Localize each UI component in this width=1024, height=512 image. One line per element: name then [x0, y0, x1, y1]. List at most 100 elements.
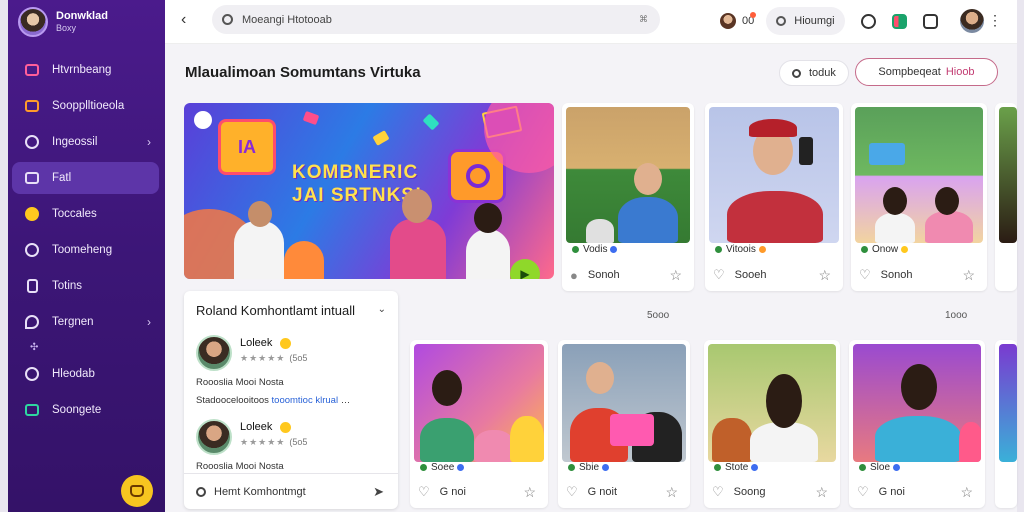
reviews-panel: Roland Komhontlamt intuall ⌄ Loleek ★★★★…: [184, 291, 398, 509]
person-figure: [766, 374, 802, 428]
sidebar-item-label: Toomeheng: [52, 244, 113, 256]
divider-icon: ✣: [30, 342, 39, 353]
video-card[interactable]: Stote ♡ Soong ☆: [704, 340, 840, 508]
sidebar-item-label: Htvrnbeang: [52, 64, 112, 76]
avatar: [196, 335, 232, 371]
person-figure: [284, 241, 324, 279]
star-icon[interactable]: ☆: [669, 267, 682, 284]
notification-button[interactable]: 00: [742, 12, 757, 27]
sidebar-nav: Htvrnbeang Soopplltioeola Ingeossil › Fa…: [8, 54, 165, 426]
back-button[interactable]: ‹: [181, 11, 186, 29]
sidebar-item-5[interactable]: Toomeheng: [12, 234, 159, 266]
brand-avatar: [18, 7, 48, 37]
sidebar-item-2[interactable]: Ingeossil ›: [12, 126, 159, 158]
star-icon[interactable]: ☆: [960, 484, 973, 501]
star-icon[interactable]: ☆: [665, 484, 678, 501]
chat-button[interactable]: [121, 475, 153, 507]
send-icon[interactable]: ➤: [373, 484, 384, 500]
card-footer-label: Sonoh: [587, 269, 620, 281]
sidebar-item-0[interactable]: Htvrnbeang: [12, 54, 159, 86]
heart-icon[interactable]: ♡: [859, 267, 871, 283]
avatar: [196, 419, 232, 455]
person-figure: [712, 418, 752, 462]
inbox-icon: [24, 98, 40, 114]
brand[interactable]: Donwklad Boxy: [8, 0, 165, 44]
apps-icon[interactable]: [891, 13, 907, 29]
phone-icon: [799, 137, 813, 165]
reviews-title: Roland Komhontlamt intuall: [196, 303, 355, 318]
person-figure: [935, 187, 959, 215]
video-card[interactable]: Sbie ♡ G noit ☆: [558, 340, 690, 508]
rating-count: (5o5: [289, 437, 308, 447]
review-link[interactable]: tooomtioc klrual: [272, 395, 339, 406]
video-card[interactable]: [995, 103, 1017, 291]
secondary-search-button[interactable]: Hioumgi: [766, 7, 845, 35]
sidebar-item-label: Soopplltioeola: [52, 100, 125, 112]
mini-avatar[interactable]: [720, 13, 736, 29]
compose-button[interactable]: Sompbeqeat Hioob: [855, 58, 998, 86]
secondary-search-label: Hioumgi: [794, 15, 835, 27]
heart-icon[interactable]: ♡: [857, 484, 869, 500]
sidebar-item-7[interactable]: Tergnen ›: [12, 306, 159, 338]
person-figure: [402, 189, 432, 223]
file-icon: [24, 278, 40, 294]
info-icon: [24, 242, 40, 258]
brand-subtitle: Boxy: [56, 23, 77, 33]
brand-title: Donwklad: [56, 10, 108, 22]
review-text-part: …: [338, 395, 351, 406]
stars: ★★★★★: [240, 353, 286, 363]
heart-icon[interactable]: ♡: [418, 484, 430, 500]
sidebar-item-9[interactable]: Soongete: [12, 394, 159, 426]
person-figure: [510, 416, 544, 462]
sidebar-item-label: Tergnen: [52, 316, 94, 328]
person-figure: [466, 229, 510, 279]
play-button[interactable]: ▶: [510, 259, 540, 279]
card-caption: Vodis: [583, 244, 608, 255]
chat-bubble-icon[interactable]: [860, 13, 876, 29]
search-icon: [196, 486, 206, 497]
heart-icon: [24, 366, 40, 382]
filter-label: toduk: [809, 67, 836, 79]
chevron-down-icon[interactable]: ⌄: [378, 304, 386, 315]
sidebar-item-4[interactable]: Toccales: [12, 198, 159, 230]
sidebar-item-8[interactable]: Hleodab: [12, 358, 159, 390]
search-placeholder: Moeangi Htotooab: [242, 13, 332, 26]
cap-icon: [749, 119, 797, 137]
star-icon[interactable]: ☆: [815, 484, 828, 501]
star-icon[interactable]: ☆: [962, 267, 975, 284]
heart-icon[interactable]: ♡: [712, 484, 724, 500]
person-figure: [959, 422, 981, 462]
heart-icon[interactable]: ♡: [713, 267, 725, 283]
card-caption: Stote: [725, 462, 749, 473]
camera-icon: [448, 149, 506, 203]
hero-banner[interactable]: IA KOMBNERIC JAI SRTNKS! ▶: [184, 103, 554, 279]
person-figure: [618, 197, 678, 243]
camera-icon[interactable]: [922, 13, 938, 29]
video-card[interactable]: Soee ♡ G noi ☆: [410, 340, 548, 508]
sidebar-item-3[interactable]: Fatl: [12, 162, 159, 194]
star-icon[interactable]: ☆: [523, 484, 536, 501]
heart-icon[interactable]: ♡: [566, 484, 578, 500]
card-caption: Vitoois: [726, 244, 756, 255]
more-options-button[interactable]: ⋮⋮: [973, 12, 1003, 29]
search-input[interactable]: Moeangi Htotooab ⌘: [212, 5, 660, 34]
view-count: 5ooo: [647, 310, 670, 321]
video-card[interactable]: [995, 340, 1017, 508]
star-icon[interactable]: ☆: [818, 267, 831, 284]
video-card[interactable]: Vitoois ♡ Sooeh ☆: [705, 103, 843, 291]
person-figure: [390, 219, 446, 279]
keyboard-shortcut-icon: ⌘: [639, 14, 648, 24]
video-card[interactable]: Onow ♡ Sonoh ☆: [851, 103, 987, 291]
video-card[interactable]: Sloe ♡ G noi ☆: [849, 340, 985, 508]
video-card[interactable]: Vodis ● Sonoh ☆: [562, 103, 694, 291]
person-figure: [432, 370, 462, 406]
comment-input[interactable]: Hemt Komhontmgt ➤: [184, 473, 398, 509]
sticker-icon: [481, 105, 523, 139]
review-text: Roooslia Mooi Nosta: [196, 461, 284, 472]
sidebar-item-1[interactable]: Soopplltioeola: [12, 90, 159, 122]
filter-button[interactable]: toduk: [779, 60, 849, 86]
sidebar-item-6[interactable]: Totins: [12, 270, 159, 302]
user-icon[interactable]: ●: [570, 268, 578, 283]
card-footer-label: G noi: [439, 486, 466, 498]
card-footer-label: G noi: [878, 486, 905, 498]
